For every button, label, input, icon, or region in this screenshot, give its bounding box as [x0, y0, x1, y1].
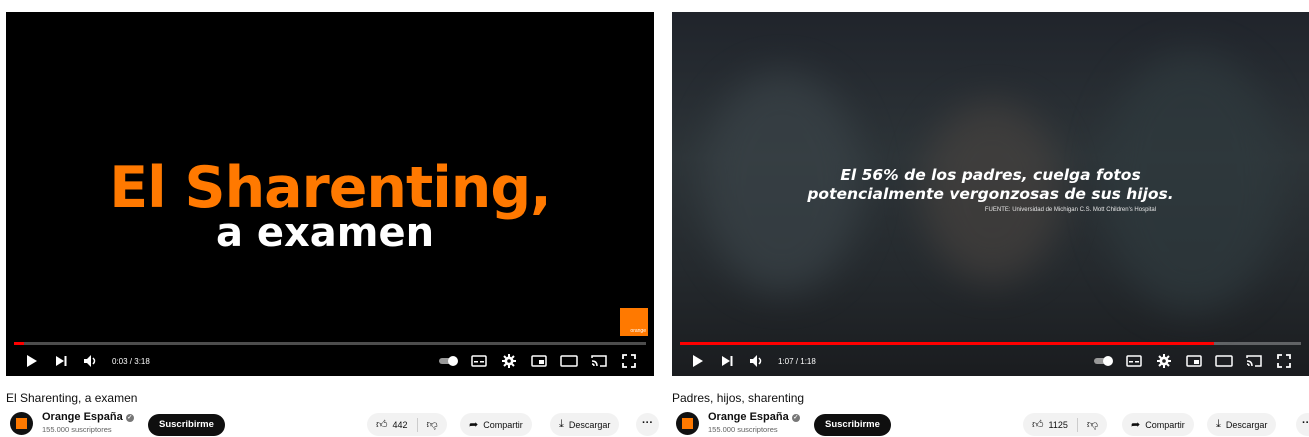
- overlay-stat-line2: potencialmente vergonzosas de sus hijos.: [807, 185, 1174, 203]
- like-dislike-group: 👍︎ 1125 👎︎: [1023, 413, 1108, 436]
- share-label: Compartir: [1145, 419, 1185, 430]
- subscribe-button[interactable]: Suscribirme: [814, 414, 891, 436]
- theater-icon[interactable]: [1209, 349, 1239, 373]
- autoplay-toggle-icon[interactable]: [1089, 349, 1119, 373]
- verified-icon: ✓: [791, 414, 800, 422]
- overlay-title-line2: a examen: [215, 210, 435, 256]
- progress-bar[interactable]: [680, 342, 1301, 345]
- play-icon[interactable]: [16, 349, 46, 373]
- video-player[interactable]: El Sharenting, a examen orange 0:03 / 3:…: [6, 12, 654, 376]
- more-actions-button[interactable]: ···: [636, 413, 659, 436]
- share-icon: ➦: [469, 419, 479, 431]
- progress-fill: [680, 342, 1215, 345]
- settings-icon[interactable]: [494, 349, 524, 373]
- avatar[interactable]: [676, 412, 699, 435]
- player-controls: 1:07 / 1:18: [672, 346, 1309, 376]
- cast-icon[interactable]: [584, 349, 614, 373]
- overlay-stat-line1: El 56% de los padres, cuelga fotos: [840, 166, 1141, 184]
- download-button[interactable]: ⤓ Descargar: [550, 413, 620, 436]
- video-overlay-text: El Sharenting, a examen: [6, 155, 654, 256]
- subscriber-count: 155.000 suscriptores: [708, 425, 778, 434]
- thumbs-up-icon: 👍︎: [1032, 419, 1044, 431]
- download-label: Descargar: [1225, 419, 1268, 430]
- orange-logo-text: orange: [630, 328, 646, 334]
- like-count: 442: [392, 419, 408, 430]
- cast-icon[interactable]: [1239, 349, 1269, 373]
- next-icon[interactable]: [46, 349, 76, 373]
- player-controls: 0:03 / 3:18: [6, 346, 654, 376]
- subscriber-count: 155.000 suscriptores: [42, 425, 112, 434]
- channel-name-wrap[interactable]: Orange España ✓: [42, 411, 134, 423]
- video-player[interactable]: El 56% de los padres, cuelga fotos poten…: [672, 12, 1309, 376]
- video-meta-row: Orange España ✓ 155.000 suscriptores Susc…: [6, 410, 660, 437]
- more-actions-button[interactable]: ···: [1296, 413, 1309, 436]
- download-icon: ⤓: [1216, 418, 1221, 430]
- share-button[interactable]: ➦ Compartir: [1122, 413, 1194, 436]
- download-button[interactable]: ⤓ Descargar: [1207, 413, 1277, 436]
- volume-icon[interactable]: [76, 349, 106, 373]
- dislike-button[interactable]: 👎︎: [1078, 413, 1107, 436]
- subscribe-button[interactable]: Suscribirme: [148, 414, 225, 436]
- download-icon: ⤓: [559, 418, 564, 430]
- time-display: 0:03 / 3:18: [112, 356, 150, 366]
- fullscreen-icon[interactable]: [614, 349, 644, 373]
- dislike-button[interactable]: 👎︎: [418, 413, 447, 436]
- video-title[interactable]: El Sharenting, a examen: [6, 391, 137, 405]
- thumbs-down-icon: 👎︎: [426, 419, 438, 431]
- channel-name[interactable]: Orange España: [42, 411, 123, 423]
- volume-icon[interactable]: [742, 349, 772, 373]
- share-label: Compartir: [483, 419, 523, 430]
- avatar[interactable]: [10, 412, 33, 435]
- video-meta-row: Orange España ✓ 155.000 suscriptores Susc…: [672, 410, 1309, 437]
- share-button[interactable]: ➦ Compartir: [460, 413, 532, 436]
- thumbs-up-icon: 👍︎: [376, 419, 388, 431]
- like-button[interactable]: 👍︎ 1125: [1023, 413, 1077, 436]
- captions-icon[interactable]: [464, 349, 494, 373]
- fullscreen-icon[interactable]: [1269, 349, 1299, 373]
- thumbs-down-icon: 👎︎: [1086, 419, 1099, 431]
- video-overlay-text: El 56% de los padres, cuelga fotos poten…: [672, 166, 1309, 213]
- settings-icon[interactable]: [1149, 349, 1179, 373]
- overlay-title-line1: El Sharenting,: [109, 155, 552, 221]
- progress-bar[interactable]: [14, 342, 646, 345]
- miniplayer-icon[interactable]: [524, 349, 554, 373]
- like-button[interactable]: 👍︎ 442: [367, 413, 417, 436]
- captions-icon[interactable]: [1119, 349, 1149, 373]
- miniplayer-icon[interactable]: [1179, 349, 1209, 373]
- next-icon[interactable]: [712, 349, 742, 373]
- like-count: 1125: [1048, 419, 1068, 430]
- theater-icon[interactable]: [554, 349, 584, 373]
- share-icon: ➦: [1131, 419, 1141, 431]
- play-icon[interactable]: [682, 349, 712, 373]
- video-title[interactable]: Padres, hijos, sharenting: [672, 391, 804, 405]
- channel-name-wrap[interactable]: Orange España ✓: [708, 411, 800, 423]
- progress-fill: [14, 342, 25, 345]
- verified-icon: ✓: [125, 414, 134, 422]
- autoplay-toggle-icon[interactable]: [434, 349, 464, 373]
- channel-name[interactable]: Orange España: [708, 411, 789, 423]
- time-display: 1:07 / 1:18: [778, 356, 816, 366]
- download-label: Descargar: [568, 419, 611, 430]
- like-dislike-group: 👍︎ 442 👎︎: [367, 413, 447, 436]
- overlay-source: FUENTE: Universidad de Michigan C.S. Mot…: [984, 207, 1157, 213]
- orange-logo: orange: [620, 308, 648, 336]
